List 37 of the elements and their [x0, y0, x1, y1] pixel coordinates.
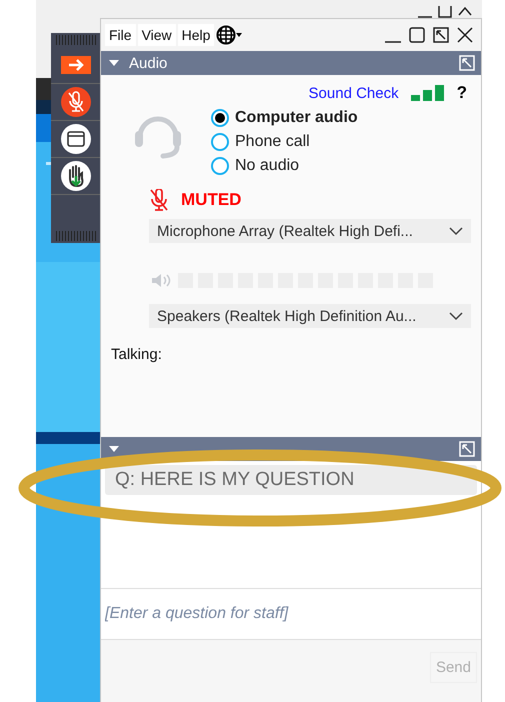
question-input-field[interactable]: [Enter a question for staff]: [101, 589, 481, 640]
close-icon[interactable]: [457, 27, 473, 43]
raised-hand-icon[interactable]: [60, 160, 92, 192]
audio-option[interactable]: No audio: [211, 157, 358, 175]
microphone-dropdown[interactable]: Microphone Array (Realtek High Defi...: [149, 219, 471, 243]
chevron-down-icon: [449, 312, 463, 320]
radio-button[interactable]: [211, 157, 229, 175]
help-link[interactable]: ?: [456, 83, 467, 103]
window-icon[interactable]: [60, 123, 92, 155]
arrow-right-icon[interactable]: [60, 56, 90, 74]
speaker-dropdown[interactable]: Speakers (Realtek High Definition Au...: [149, 304, 471, 328]
radio-button[interactable]: [211, 109, 229, 127]
speaker-icon: [151, 273, 173, 288]
maximize-icon[interactable]: [438, 6, 452, 18]
section-header[interactable]: Audio: [101, 51, 481, 75]
grip-handle[interactable]: [56, 231, 96, 241]
popout-icon[interactable]: [433, 27, 449, 43]
muted-label: MUTED: [181, 190, 242, 210]
collapse-icon[interactable]: [109, 445, 119, 453]
menu-item[interactable]: File: [105, 24, 136, 46]
muted-microphone-icon[interactable]: [60, 86, 92, 118]
grip-handle[interactable]: [56, 35, 96, 45]
chevron-down-icon: [449, 226, 463, 236]
close-icon[interactable]: [458, 6, 472, 18]
audio-option[interactable]: Phone call: [211, 133, 358, 151]
signal-bars-icon: [410, 85, 445, 101]
audio-option[interactable]: Computer audio: [211, 109, 358, 127]
menu-item[interactable]: View: [138, 24, 176, 46]
collapse-icon[interactable]: [109, 59, 119, 67]
radio-button[interactable]: [211, 133, 229, 151]
menu-item[interactable]: Help: [178, 24, 214, 46]
talking-label: Talking:: [111, 346, 163, 363]
question-item[interactable]: Q: HERE IS MY QUESTION: [105, 465, 477, 495]
maximize-icon[interactable]: [409, 27, 425, 43]
sound-check-link[interactable]: Sound Check: [308, 84, 399, 102]
globe-icon[interactable]: [216, 25, 242, 45]
muted-microphone-icon: [149, 189, 169, 211]
